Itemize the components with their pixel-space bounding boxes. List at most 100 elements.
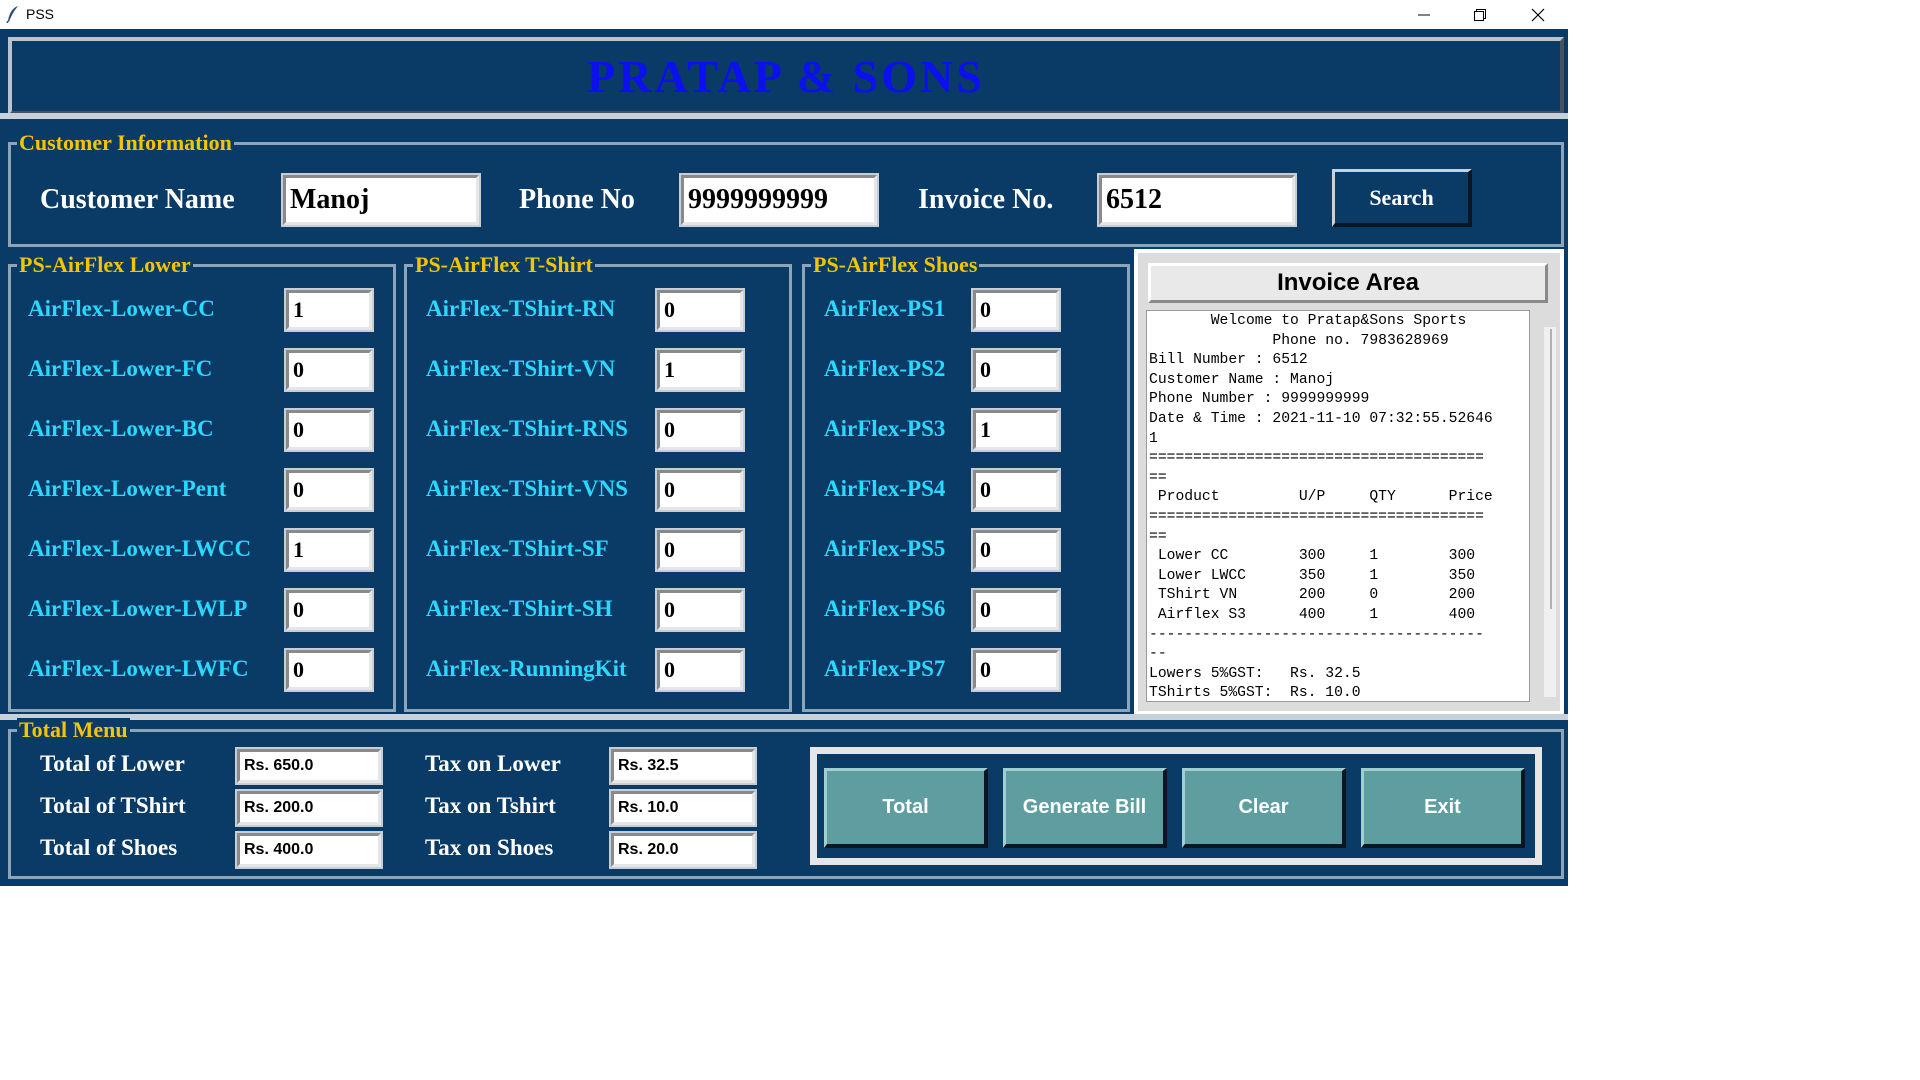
tax-shoes-label: Tax on Shoes — [425, 835, 554, 860]
invoice-line: == — [1149, 469, 1167, 486]
clear-button[interactable]: Clear — [1182, 768, 1346, 848]
shoes-qty-input[interactable]: 0 — [971, 468, 1061, 512]
invoice-area-title: Invoice Area — [1148, 263, 1548, 303]
customer-name-label: Customer Name — [40, 184, 235, 215]
shoes-qty-input[interactable]: 0 — [971, 588, 1061, 632]
invoice-line: Lower CC 300 1 300 — [1149, 548, 1476, 565]
restore-button[interactable] — [1452, 0, 1508, 29]
lower-item-label: AirFlex-Lower-LWCC — [28, 536, 252, 561]
divider — [0, 714, 1568, 720]
invoice-line: -------------------------------------- — [1149, 626, 1484, 643]
lower-qty-input[interactable]: 0 — [284, 648, 374, 692]
invoice-scrollbar-thumb[interactable] — [1550, 329, 1552, 609]
tshirt-item-label: AirFlex-TShirt-VNS — [426, 476, 628, 501]
invoice-textarea[interactable]: Welcome to Pratap&Sons Sports Phone no. … — [1146, 310, 1530, 702]
tshirt-qty-input[interactable]: 0 — [655, 468, 745, 512]
tax-tshirt-field[interactable]: Rs. 10.0 — [609, 789, 757, 827]
invoice-line: ====================================== — [1149, 508, 1484, 525]
tshirt-qty-input[interactable]: 0 — [655, 288, 745, 332]
app-window: Pratap & Sons Customer Information Custo… — [0, 29, 1568, 886]
lower-qty-input[interactable]: 0 — [284, 588, 374, 632]
close-button[interactable] — [1510, 0, 1566, 29]
lower-item-label: AirFlex-Lower-CC — [28, 296, 215, 321]
window-titlebar: PSS — [0, 0, 1568, 29]
shop-title: Pratap & Sons — [587, 50, 985, 102]
tshirt-qty-input[interactable]: 0 — [655, 408, 745, 452]
shoes-item-label: AirFlex-PS7 — [824, 656, 946, 681]
shoes-qty-input[interactable]: 0 — [971, 348, 1061, 392]
invoice-line: Lower LWCC 350 1 350 — [1149, 567, 1476, 584]
tax-lower-field[interactable]: Rs. 32.5 — [609, 747, 757, 785]
tshirt-qty-input[interactable]: 1 — [655, 348, 745, 392]
lower-item-label: AirFlex-Lower-LWLP — [28, 596, 248, 621]
invoice-number-label: Invoice No. — [918, 184, 1054, 215]
lower-qty-input[interactable]: 0 — [284, 468, 374, 512]
invoice-line: TShirts 5%GST: Rs. 10.0 — [1149, 685, 1361, 702]
divider — [0, 113, 1568, 119]
header-banner: Pratap & Sons — [8, 37, 1564, 115]
tax-lower-label: Tax on Lower — [425, 751, 561, 776]
search-button[interactable]: Search — [1332, 169, 1472, 227]
lower-qty-input[interactable]: 0 — [284, 408, 374, 452]
lower-qty-input[interactable]: 0 — [284, 348, 374, 392]
tshirt-item-label: AirFlex-TShirt-RNS — [426, 416, 628, 441]
shoes-item-label: AirFlex-PS3 — [824, 416, 946, 441]
shoes-item-label: AirFlex-PS6 — [824, 596, 946, 621]
shoes-qty-input[interactable]: 0 — [971, 528, 1061, 572]
tshirt-qty-input[interactable]: 0 — [655, 648, 745, 692]
tax-tshirt-label: Tax on Tshirt — [425, 793, 556, 818]
total-menu-title: Total Menu — [17, 717, 130, 742]
total-shoes-label: Total of Shoes — [40, 835, 178, 860]
action-button-panel: Total Generate Bill Clear Exit — [810, 747, 1542, 865]
lower-qty-input[interactable]: 1 — [284, 528, 374, 572]
minimize-icon — [1418, 14, 1430, 15]
generate-bill-button[interactable]: Generate Bill — [1003, 768, 1167, 848]
invoice-line: Phone Number : 9999999999 — [1149, 391, 1370, 408]
shoes-qty-input[interactable]: 0 — [971, 648, 1061, 692]
total-shoes-field[interactable]: Rs. 400.0 — [235, 831, 383, 869]
invoice-number-input[interactable]: 6512 — [1097, 173, 1297, 227]
close-icon — [1531, 8, 1545, 21]
invoice-panel: Invoice Area Welcome to Pratap&Sons Spor… — [1134, 249, 1564, 715]
invoice-line: Lowers 5%GST: Rs. 32.5 — [1149, 665, 1361, 682]
feather-icon — [6, 5, 20, 24]
shoes-item-label: AirFlex-PS4 — [824, 476, 946, 501]
customer-info-title: Customer Information — [17, 130, 234, 155]
total-tshirt-field[interactable]: Rs. 200.0 — [235, 789, 383, 827]
invoice-line: Phone no. 7983628969 — [1149, 332, 1449, 349]
shoes-group-title: PS-AirFlex Shoes — [811, 252, 980, 277]
tshirt-item-label: AirFlex-TShirt-SF — [426, 536, 609, 561]
invoice-line: -- — [1149, 646, 1167, 663]
invoice-line: Bill Number : 6512 — [1149, 352, 1308, 369]
lower-item-label: AirFlex-Lower-FC — [28, 356, 213, 381]
total-button[interactable]: Total — [824, 768, 988, 848]
lower-group-title: PS-AirFlex Lower — [17, 252, 193, 277]
tax-shoes-field[interactable]: Rs. 20.0 — [609, 831, 757, 869]
invoice-line: 1 — [1149, 430, 1158, 447]
tshirt-item-label: AirFlex-TShirt-VN — [426, 356, 616, 381]
phone-label: Phone No — [519, 184, 635, 215]
invoice-line: Date & Time : 2021-11-10 07:32:55.52646 — [1149, 410, 1493, 427]
tshirt-qty-input[interactable]: 0 — [655, 528, 745, 572]
shoes-item-label: AirFlex-PS5 — [824, 536, 946, 561]
lower-item-label: AirFlex-Lower-Pent — [28, 476, 227, 501]
total-tshirt-label: Total of TShirt — [40, 793, 186, 818]
lower-item-label: AirFlex-Lower-LWFC — [28, 656, 249, 681]
window-title: PSS — [26, 6, 55, 22]
restore-icon — [1474, 8, 1486, 21]
tshirt-qty-input[interactable]: 0 — [655, 588, 745, 632]
phone-input[interactable]: 9999999999 — [679, 173, 879, 227]
customer-name-input[interactable]: Manoj — [281, 173, 481, 227]
minimize-button[interactable] — [1396, 0, 1452, 29]
tshirt-item-label: AirFlex-RunningKit — [426, 656, 627, 681]
total-lower-label: Total of Lower — [40, 751, 185, 776]
tshirt-group-title: PS-AirFlex T-Shirt — [413, 252, 595, 277]
total-lower-field[interactable]: Rs. 650.0 — [235, 747, 383, 785]
shoes-qty-input[interactable]: 1 — [971, 408, 1061, 452]
invoice-line: == — [1149, 528, 1167, 545]
invoice-line: Product U/P QTY Price — [1149, 489, 1493, 506]
shoes-qty-input[interactable]: 0 — [971, 288, 1061, 332]
lower-qty-input[interactable]: 1 — [284, 288, 374, 332]
exit-button[interactable]: Exit — [1361, 768, 1525, 848]
tshirt-item-label: AirFlex-TShirt-RN — [426, 296, 616, 321]
